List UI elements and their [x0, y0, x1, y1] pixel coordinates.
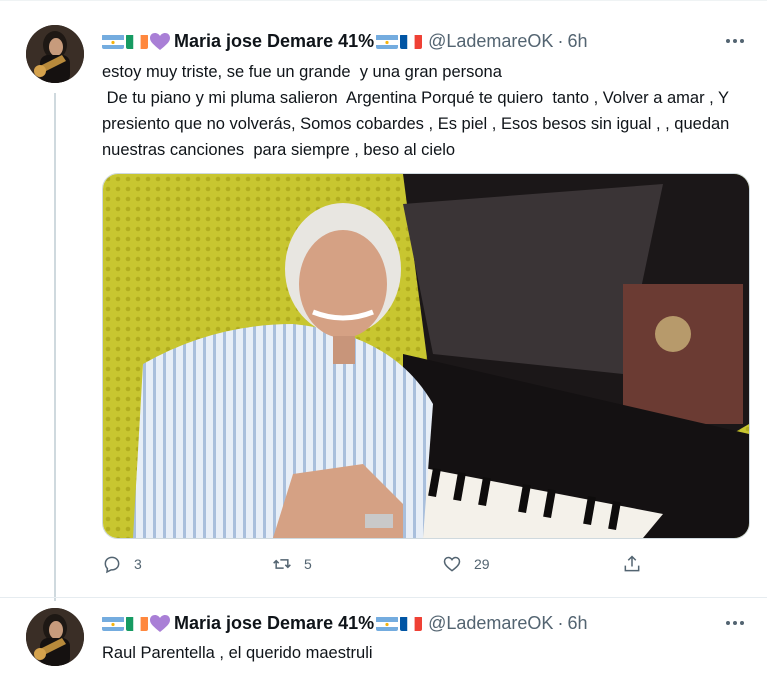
heart-icon — [443, 556, 461, 572]
tweet-image[interactable] — [102, 173, 750, 539]
tweet-actions: 3 5 29 — [102, 554, 662, 578]
display-name[interactable]: Maria jose Demare 41% — [174, 613, 374, 634]
tweet-text: Raul Parentella , el querido maestruli — [102, 644, 373, 662]
avatar[interactable] — [26, 25, 84, 83]
more-options-icon[interactable] — [723, 31, 747, 51]
more-options-icon[interactable] — [723, 613, 747, 633]
timestamp[interactable]: 6h — [567, 613, 587, 634]
like-button[interactable]: 29 — [442, 554, 490, 574]
flag-france-icon — [400, 616, 423, 631]
flag-argentina-icon — [102, 34, 124, 49]
reply-count: 3 — [134, 556, 142, 572]
handle[interactable]: @LademareOK — [428, 613, 553, 634]
tweet-text: estoy muy triste, se fue un grande y una… — [102, 63, 730, 159]
reply-icon — [104, 556, 120, 574]
tweet-header: Maria jose Demare 41% @LademareOK · 6h — [102, 31, 587, 52]
share-button[interactable] — [622, 554, 654, 574]
purple-heart-icon — [150, 614, 170, 633]
separator: · — [557, 31, 564, 51]
retweet-icon — [273, 559, 291, 569]
flag-argentina-icon — [376, 34, 399, 49]
handle[interactable]: @LademareOK — [428, 31, 553, 52]
avatar[interactable] — [26, 608, 84, 666]
purple-heart-icon — [150, 32, 170, 51]
flag-argentina-icon — [102, 616, 124, 631]
share-icon — [624, 555, 640, 572]
thread-line — [54, 93, 56, 601]
retweet-count: 5 — [304, 556, 312, 572]
flag-france-icon — [400, 34, 423, 49]
tweet-header: Maria jose Demare 41% @LademareOK · 6h — [102, 613, 587, 634]
tweet[interactable]: Maria jose Demare 41% @LademareOK · 6h R… — [0, 597, 767, 678]
flag-argentina-icon — [376, 616, 399, 631]
separator: · — [557, 613, 564, 633]
reply-button[interactable]: 3 — [102, 554, 142, 574]
display-name[interactable]: Maria jose Demare 41% — [174, 31, 374, 52]
retweet-button[interactable]: 5 — [272, 554, 312, 574]
flag-ireland-icon — [126, 616, 148, 631]
timeline: Maria jose Demare 41% @LademareOK · 6h e… — [0, 0, 767, 677]
like-count: 29 — [474, 556, 490, 572]
tweet[interactable]: Maria jose Demare 41% @LademareOK · 6h e… — [0, 0, 767, 601]
flag-ireland-icon — [126, 34, 148, 49]
timestamp[interactable]: 6h — [567, 31, 587, 52]
